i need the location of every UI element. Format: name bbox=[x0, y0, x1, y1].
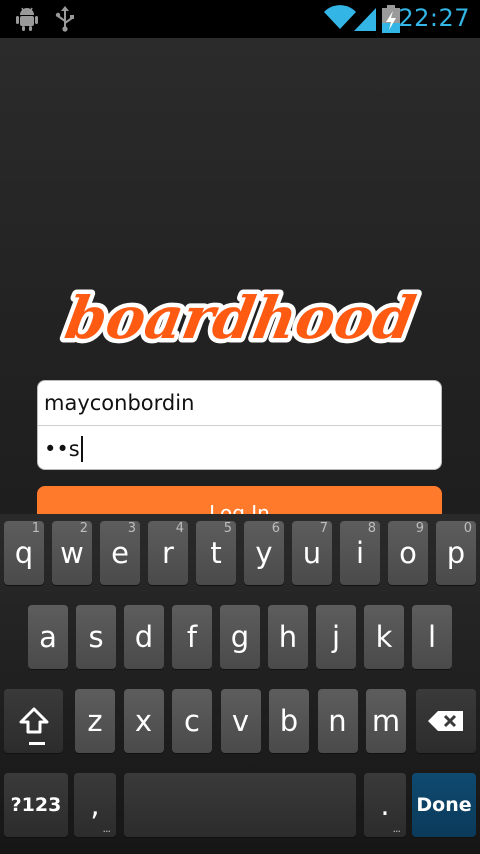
login-button-label: Log In bbox=[209, 501, 270, 514]
key-g[interactable]: g bbox=[220, 605, 260, 669]
key-t[interactable]: t5 bbox=[196, 521, 236, 585]
text-cursor bbox=[80, 435, 83, 462]
username-value: mayconbordin bbox=[44, 391, 195, 415]
key-label: l bbox=[427, 620, 437, 654]
status-clock: 22:27 bbox=[398, 4, 470, 32]
key-j[interactable]: j bbox=[316, 605, 356, 669]
key-w[interactable]: w2 bbox=[52, 521, 92, 585]
more-keys-indicator: ... bbox=[392, 822, 401, 835]
key-m[interactable]: m bbox=[366, 689, 406, 753]
key-number-hint: 4 bbox=[175, 521, 184, 536]
key-number-hint: 1 bbox=[31, 521, 40, 536]
password-input[interactable]: ••s bbox=[38, 426, 441, 469]
username-input[interactable]: mayconbordin bbox=[38, 381, 441, 426]
key-q[interactable]: q1 bbox=[4, 521, 44, 585]
key-d[interactable]: d bbox=[124, 605, 164, 669]
wifi-icon bbox=[324, 5, 356, 30]
svg-text:boardhood: boardhood bbox=[60, 286, 420, 352]
key-label: o bbox=[399, 536, 417, 570]
key-f[interactable]: f bbox=[172, 605, 212, 669]
boardhood-logo: boardhood boardhood bbox=[56, 286, 425, 356]
shift-icon bbox=[19, 707, 48, 734]
key-c[interactable]: c bbox=[172, 689, 212, 753]
key-label: i bbox=[355, 536, 365, 570]
key-number-hint: 2 bbox=[79, 521, 88, 536]
key-label: h bbox=[278, 620, 298, 654]
key-label: n bbox=[328, 704, 347, 738]
key-number-hint: 9 bbox=[415, 521, 424, 536]
key-y[interactable]: y6 bbox=[244, 521, 284, 585]
usb-icon bbox=[55, 6, 74, 32]
key-label: m bbox=[371, 704, 401, 738]
key-label: a bbox=[39, 620, 57, 654]
key-label: y bbox=[255, 536, 273, 570]
key-label: r bbox=[162, 536, 174, 570]
key-z[interactable]: z bbox=[75, 689, 115, 753]
key-p[interactable]: p0 bbox=[436, 521, 476, 585]
period-key[interactable]: . ... bbox=[364, 773, 406, 837]
key-a[interactable]: a bbox=[28, 605, 68, 669]
key-s[interactable]: s bbox=[76, 605, 116, 669]
key-label: b bbox=[279, 704, 299, 738]
key-label: j bbox=[331, 620, 341, 654]
key-number-hint: 7 bbox=[319, 521, 328, 536]
key-e[interactable]: e3 bbox=[100, 521, 140, 585]
key-u[interactable]: u7 bbox=[292, 521, 332, 585]
key-label: q bbox=[14, 536, 34, 570]
key-b[interactable]: b bbox=[269, 689, 309, 753]
key-number-hint: 6 bbox=[271, 521, 280, 536]
password-value: ••s bbox=[44, 436, 80, 461]
key-l[interactable]: l bbox=[412, 605, 452, 669]
backspace-icon bbox=[428, 711, 463, 731]
backspace-key[interactable] bbox=[416, 689, 476, 753]
soft-keyboard: q1w2e3r4t5y6u7i8o9p0 asdfghjkl zxcvbnm ?… bbox=[0, 514, 480, 854]
key-x[interactable]: x bbox=[123, 689, 164, 753]
key-h[interactable]: h bbox=[268, 605, 308, 669]
key-label: t bbox=[210, 536, 222, 570]
key-o[interactable]: o9 bbox=[388, 521, 428, 585]
key-label: d bbox=[134, 620, 154, 654]
status-bar: 22:27 bbox=[0, 0, 480, 38]
login-form: mayconbordin ••s bbox=[37, 380, 442, 470]
key-label: p bbox=[446, 536, 466, 570]
key-number-hint: 3 bbox=[127, 521, 136, 536]
login-button[interactable]: Log In bbox=[37, 486, 442, 514]
done-key[interactable]: Done bbox=[412, 773, 476, 837]
space-key[interactable] bbox=[124, 773, 356, 837]
key-label: v bbox=[231, 704, 250, 738]
key-label: x bbox=[134, 704, 153, 738]
key-number-hint: 5 bbox=[223, 521, 232, 536]
signal-icon bbox=[354, 8, 376, 31]
key-n[interactable]: n bbox=[317, 689, 358, 753]
key-label: c bbox=[184, 704, 200, 738]
key-k[interactable]: k bbox=[364, 605, 404, 669]
key-label: s bbox=[88, 620, 104, 654]
battery-charging-icon bbox=[382, 5, 400, 33]
comma-key[interactable]: , ... bbox=[74, 773, 116, 837]
key-r[interactable]: r4 bbox=[148, 521, 188, 585]
android-debug-icon bbox=[16, 7, 38, 31]
key-label: z bbox=[87, 704, 103, 738]
key-number-hint: 8 bbox=[367, 521, 376, 536]
key-label: k bbox=[375, 620, 393, 654]
key-i[interactable]: i8 bbox=[340, 521, 380, 585]
login-screen: boardhood boardhood mayconbordin ••s Log… bbox=[0, 38, 480, 514]
key-label: e bbox=[111, 536, 129, 570]
key-label: u bbox=[302, 536, 322, 570]
key-number-hint: 0 bbox=[463, 521, 472, 536]
shift-indicator bbox=[29, 742, 45, 745]
key-label: w bbox=[60, 536, 84, 570]
key-v[interactable]: v bbox=[220, 689, 261, 753]
key-label: g bbox=[230, 620, 250, 654]
symbols-key[interactable]: ?123 bbox=[4, 773, 68, 837]
more-keys-indicator: ... bbox=[102, 822, 111, 835]
shift-key[interactable] bbox=[4, 689, 63, 753]
key-label: f bbox=[186, 620, 198, 654]
